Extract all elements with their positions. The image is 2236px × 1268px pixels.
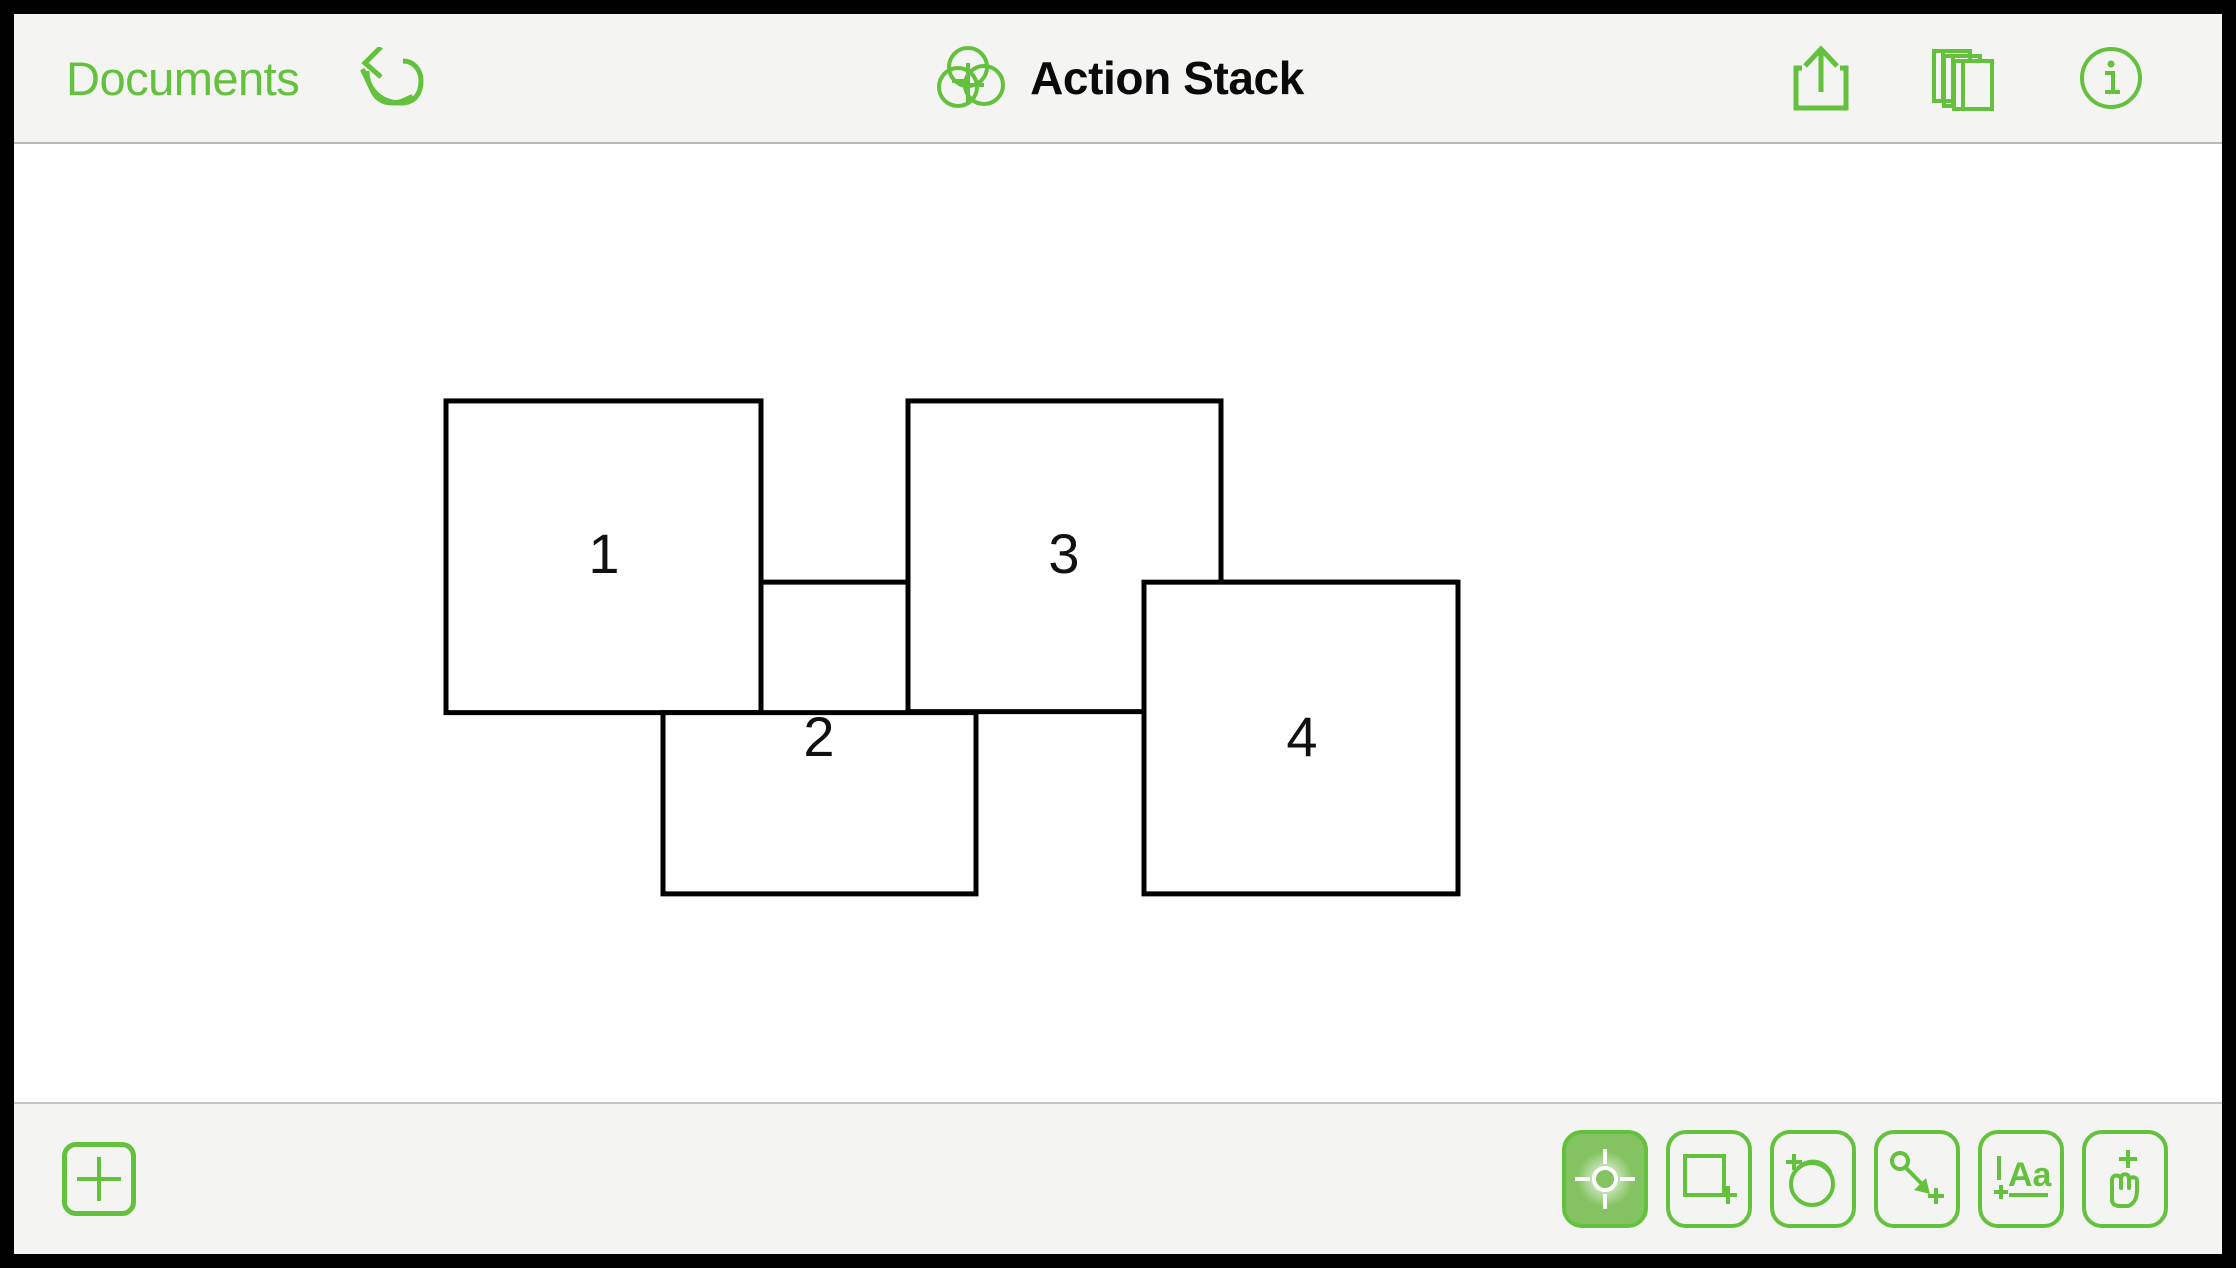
text-tool-button[interactable]: Aa: [1978, 1130, 2064, 1228]
header-left-group: Documents: [14, 47, 427, 109]
app-window: Documents Action Stack 1 2 3 4 Aa: [14, 14, 2222, 1254]
line-tool-button[interactable]: [1874, 1130, 1960, 1228]
bottom-toolbar: Aa: [14, 1102, 2222, 1254]
toolbar-tools-group: Aa: [1562, 1130, 2222, 1228]
info-icon[interactable]: [2078, 45, 2144, 111]
shape-box-1[interactable]: 1: [443, 398, 764, 716]
select-tool-button[interactable]: [1562, 1130, 1648, 1228]
target-selection-icon: [1575, 1149, 1635, 1209]
document-canvas[interactable]: 1 2 3 4: [14, 144, 2222, 1102]
svg-text:Aa: Aa: [2008, 1156, 2052, 1194]
hand-plus-icon: [2110, 1150, 2139, 1208]
plus-icon: [77, 1157, 121, 1201]
navigation-bar: Documents Action Stack: [14, 14, 2222, 144]
diagram-surface[interactable]: 1 2 3 4: [14, 144, 2222, 1102]
toolbar-left-group: [14, 1142, 136, 1216]
line-arrow-plus-icon: [1890, 1151, 1944, 1204]
share-icon[interactable]: [1790, 44, 1852, 112]
shape-box-4[interactable]: 4: [1141, 579, 1461, 897]
shape-label-1: 1: [588, 522, 619, 585]
touch-draw-tool-button[interactable]: [2082, 1130, 2168, 1228]
add-object-button[interactable]: [62, 1142, 136, 1216]
shape-label-4: 4: [1286, 705, 1317, 768]
shape-tool-button[interactable]: [1666, 1130, 1752, 1228]
text-aa-plus-icon: Aa: [1994, 1156, 2052, 1199]
back-to-documents-button[interactable]: Documents: [66, 55, 300, 102]
undo-arrow-icon[interactable]: [359, 47, 427, 109]
document-title[interactable]: Action Stack: [1030, 51, 1304, 105]
header-right-group: [1790, 43, 2222, 113]
shape-box-2[interactable]: 2: [660, 705, 979, 897]
stencil-layers-icon[interactable]: [1930, 43, 2000, 113]
ellipse-tool-button[interactable]: [1770, 1130, 1856, 1228]
shape-label-2: 2: [803, 705, 834, 768]
rectangle-plus-icon: [1683, 1154, 1737, 1204]
ellipse-plus-icon: [1786, 1154, 1835, 1207]
shape-label-3: 3: [1048, 522, 1079, 585]
cloud-sync-icon: [932, 45, 1008, 111]
